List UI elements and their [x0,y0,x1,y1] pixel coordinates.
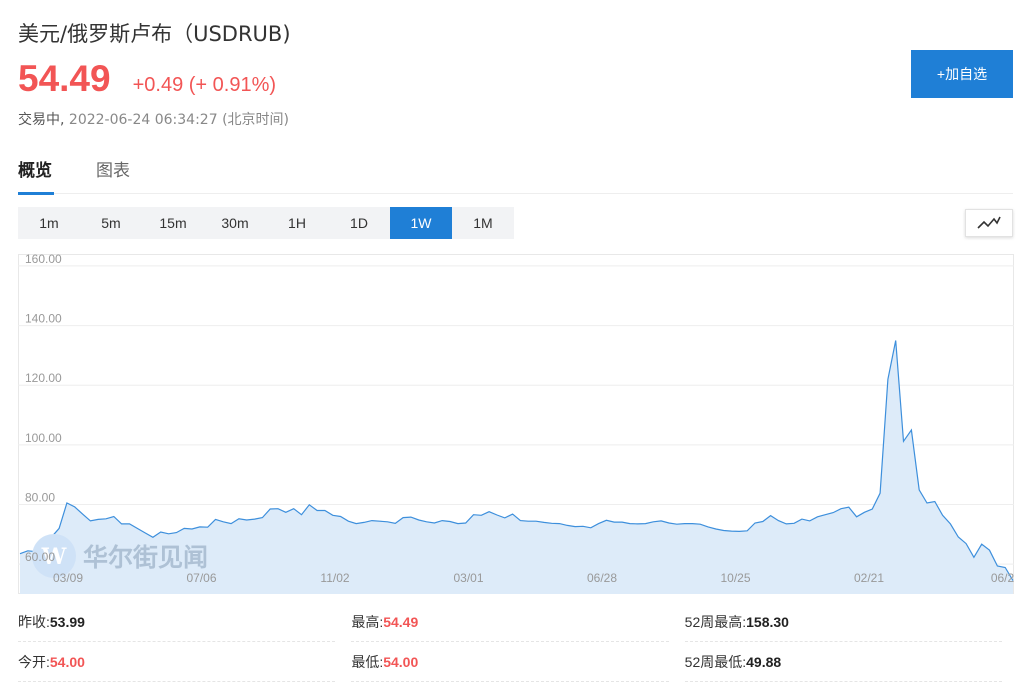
stat-value: 54.49 [383,613,419,630]
y-tick-label: 100.00 [25,431,62,445]
x-tick-label: 02/21 [854,571,884,585]
stat-value: 53.99 [49,613,85,630]
x-tick-label: 11/02 [320,571,349,585]
x-tick-label: 06/28 [587,571,617,585]
add-to-watchlist-button[interactable]: +加自选 [911,50,1013,98]
period-1d[interactable]: 1D [328,207,390,239]
period-1w[interactable]: 1W [390,207,452,239]
period-5m[interactable]: 5m [80,207,142,239]
period-1mo[interactable]: 1M [452,207,514,239]
stat-label: 今开: [18,653,50,670]
line-chart-icon [977,216,1001,229]
x-tick-label: 06/2 [991,571,1014,585]
stats-row: 今开: 54.00 最低: 54.00 52周最低: 49.88 [18,642,1018,682]
status-text: 交易中, [18,112,65,128]
stat-prev-close: 昨收: 53.99 [18,602,336,642]
y-tick-label: 160.00 [25,254,62,266]
x-tick-label: 10/25 [720,571,750,585]
period-30m[interactable]: 30m [204,207,266,239]
y-tick-label: 80.00 [25,491,55,505]
stat-label: 52周最高: [684,613,747,630]
trading-status: 交易中, 2022-06-24 06:34:27 (北京时间) [18,109,289,129]
period-15m[interactable]: 15m [142,207,204,239]
period-selector: 1m 5m 15m 30m 1H 1D 1W 1M [18,207,514,239]
stat-high: 最高: 54.49 [351,602,669,642]
price-chart[interactable]: W 华尔街见闻 60.00 80.00 100.00 120.00 140.00 160.… [18,254,1014,594]
chart-type-button[interactable] [965,209,1013,237]
y-tick-label: 140.00 [25,312,62,326]
tab-overview[interactable]: 概览 [18,156,54,195]
stat-value: 49.88 [746,653,782,670]
stat-label: 52周最低: [684,653,747,670]
x-tick-label: 03/01 [453,571,483,585]
stat-52w-high: 52周最高: 158.30 [684,602,1002,642]
stats-panel: 昨收: 53.99 最高: 54.49 52周最高: 158.30 今开: 54… [18,602,1018,682]
period-1h[interactable]: 1H [266,207,328,239]
stat-open: 今开: 54.00 [18,642,336,682]
stats-row: 昨收: 53.99 最高: 54.49 52周最高: 158.30 [18,602,1018,642]
timezone-label: (北京时间) [222,112,289,128]
stat-label: 最低: [351,653,384,670]
timestamp: 2022-06-24 06:34:27 [68,112,218,128]
watermark-text: 华尔街见闻 [83,543,208,572]
stat-value: 158.30 [746,613,789,630]
stat-label: 昨收: [18,613,50,630]
stat-low: 最低: 54.00 [351,642,669,682]
price-change: +0.49 (+ 0.91%) [132,74,277,96]
chart-svg: W 华尔街见闻 60.0080.00100.00120.00140.00160.… [18,254,1014,594]
y-tick-label: 120.00 [25,371,62,385]
stat-52w-low: 52周最低: 49.88 [684,642,1002,682]
x-tick-label: 07/06 [186,571,216,585]
tab-chart[interactable]: 图表 [96,156,130,194]
stat-value: 54.00 [49,653,85,670]
quote-row: 54.49 +0.49 (+ 0.91%) [18,58,276,100]
page-title: 美元/俄罗斯卢布（USDRUB) [18,22,291,46]
y-tick-label: 60.00 [25,550,55,564]
tab-bar: 概览 图表 [18,156,1013,195]
stat-value: 54.00 [383,653,419,670]
stat-label: 最高: [351,613,384,630]
x-tick-label: 03/09 [53,571,83,585]
period-1m[interactable]: 1m [18,207,80,239]
last-price: 54.49 [18,58,111,99]
